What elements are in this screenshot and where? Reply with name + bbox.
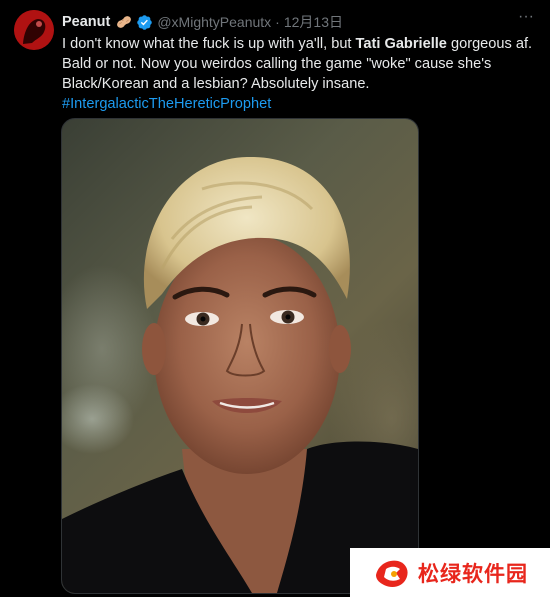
tweet-text-bold-name: Tati Gabrielle: [355, 36, 447, 52]
tweet-timestamp[interactable]: 12月13日: [284, 12, 343, 32]
verified-badge-icon: [136, 14, 153, 31]
tweet[interactable]: Peanut @xMightyPeanutx · 12月13日 ··· I do…: [0, 0, 550, 597]
tweet-text: I don't know what the fuck is up with ya…: [62, 34, 538, 114]
peanut-emoji-icon: [115, 15, 133, 29]
tweet-header: Peanut @xMightyPeanutx · 12月13日: [62, 12, 343, 32]
watermark-logo-icon: [372, 555, 412, 591]
watermark-text: 松绿软件园: [418, 561, 528, 586]
author-handle[interactable]: @xMightyPeanutx: [157, 14, 271, 30]
separator-dot: ·: [275, 14, 280, 30]
avatar[interactable]: [14, 10, 54, 50]
more-options-button[interactable]: ···: [514, 9, 538, 30]
display-name[interactable]: Peanut: [62, 14, 110, 30]
tweet-photo[interactable]: [61, 118, 419, 594]
tweet-text-part: I don't know what the fuck is up with ya…: [62, 36, 356, 52]
hashtag-link[interactable]: #IntergalacticTheHereticProphet: [62, 96, 271, 112]
watermark-banner: 松绿软件园: [350, 548, 550, 597]
portrait-photo-image: [62, 156, 418, 593]
avatar-image-icon: [14, 10, 54, 50]
